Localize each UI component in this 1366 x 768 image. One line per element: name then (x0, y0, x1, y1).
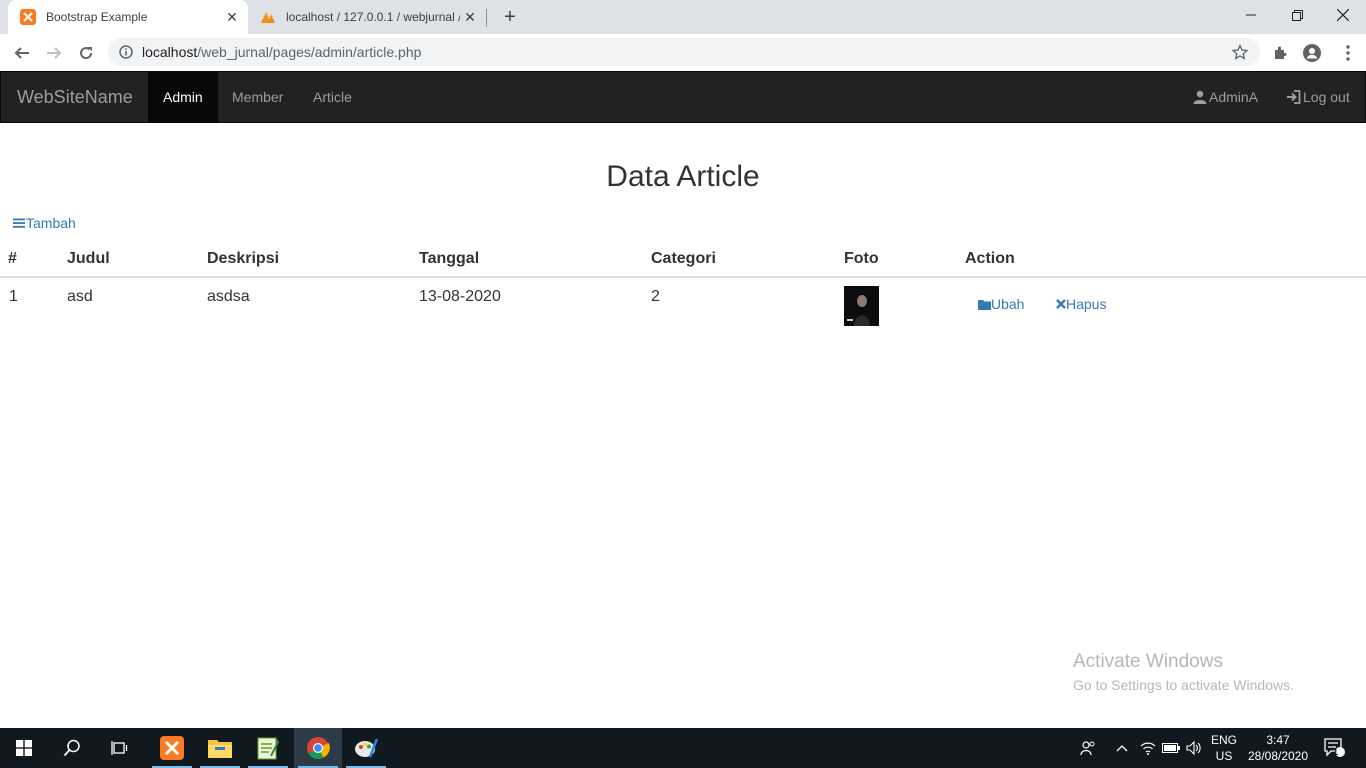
tab-title: localhost / 127.0.0.1 / webjurnal / (286, 10, 460, 24)
tab-title: Bootstrap Example (46, 10, 148, 24)
phpmyadmin-favicon-icon (260, 9, 276, 25)
back-button[interactable] (8, 39, 36, 67)
nav-user[interactable]: AdminA (1193, 72, 1258, 122)
new-tab-button[interactable]: + (498, 5, 522, 29)
paint-icon (355, 738, 378, 758)
cell-number: 1 (9, 288, 18, 305)
search-button[interactable] (48, 728, 96, 768)
battery-icon[interactable] (1160, 728, 1182, 768)
add-label: Tambah (26, 215, 76, 231)
forward-button[interactable] (40, 39, 68, 67)
lang-region: US (1215, 749, 1233, 763)
list-icon (13, 218, 25, 228)
lang-code: ENG (1210, 733, 1237, 747)
browser-toolbar: localhost/web_jurnal/pages/admin/article… (0, 34, 1366, 71)
logout-icon (1287, 90, 1301, 104)
profile-icon[interactable] (1298, 39, 1326, 67)
tab-separator (486, 9, 487, 27)
notepad-icon (257, 737, 279, 760)
tab-bootstrap-example[interactable]: Bootstrap Example ✕ (8, 0, 248, 34)
action-center-button[interactable]: 1 (1320, 728, 1350, 768)
cell-tanggal: 13-08-2020 (419, 288, 501, 305)
col-tanggal: Tanggal (419, 250, 480, 267)
browser-tabstrip: Bootstrap Example ✕ localhost / 127.0.0.… (0, 0, 1366, 34)
tab-phpmyadmin[interactable]: localhost / 127.0.0.1 / webjurnal / ✕ (248, 0, 486, 34)
col-action: Action (965, 250, 1015, 267)
address-bar[interactable]: localhost/web_jurnal/pages/admin/article… (108, 38, 1260, 66)
search-icon (63, 739, 80, 757)
volume-icon[interactable] (1184, 728, 1204, 768)
nav-article[interactable]: Article (298, 72, 367, 122)
brand-link[interactable]: WebSiteName (17, 87, 133, 108)
url-text: localhost/web_jurnal/pages/admin/article… (142, 44, 421, 60)
table-row: 1 asd asdsa 13-08-2020 2 Ubah Hapus (0, 278, 1366, 334)
folder-icon (978, 299, 991, 310)
remove-icon (1056, 299, 1066, 309)
url-host: localhost (142, 44, 198, 60)
edit-label: Ubah (991, 296, 1025, 312)
task-view-button[interactable] (96, 728, 144, 768)
task-view-icon (111, 741, 128, 755)
taskbar-xampp[interactable] (148, 728, 196, 768)
table-header: # Judul Deskripsi Tanggal Categori Foto … (0, 240, 1366, 278)
add-article-link[interactable]: Tambah (13, 215, 76, 231)
xampp-favicon-icon (20, 9, 36, 25)
site-navbar: WebSiteName Admin Member Article AdminA … (0, 71, 1366, 123)
nav-logout[interactable]: Log out (1286, 72, 1350, 122)
col-judul: Judul (67, 250, 110, 267)
cell-judul: asd (67, 288, 93, 305)
people-icon[interactable] (1076, 728, 1100, 768)
watermark-title: Activate Windows (1073, 651, 1223, 672)
chrome-icon (307, 737, 330, 759)
clock-time: 3:47 (1266, 733, 1290, 747)
url-path: /web_jurnal/pages/admin/article.php (197, 44, 422, 60)
article-photo-thumbnail (844, 286, 879, 326)
col-categori: Categori (651, 250, 716, 267)
watermark-subtitle: Go to Settings to activate Windows. (1073, 677, 1294, 693)
cell-deskripsi: asdsa (207, 288, 250, 305)
tab-close-icon[interactable]: ✕ (222, 7, 242, 27)
tray-chevron-up-icon[interactable] (1112, 728, 1132, 768)
taskbar-file-explorer[interactable] (196, 728, 244, 768)
user-icon (1193, 90, 1207, 104)
start-button[interactable] (0, 728, 48, 768)
nav-member[interactable]: Member (217, 72, 298, 122)
col-deskripsi: Deskripsi (207, 250, 280, 267)
close-window-button[interactable] (1320, 0, 1366, 30)
restore-button[interactable] (1274, 0, 1320, 30)
logout-label: Log out (1303, 89, 1350, 105)
taskbar-chrome[interactable] (294, 728, 342, 768)
extensions-icon[interactable] (1266, 39, 1294, 67)
page-title: Data Article (606, 160, 760, 193)
site-info-icon[interactable] (118, 44, 134, 60)
minimize-button[interactable] (1228, 0, 1274, 30)
user-name: AdminA (1209, 89, 1259, 105)
nav-admin[interactable]: Admin (148, 72, 218, 122)
language-indicator[interactable]: ENG US (1208, 728, 1240, 768)
delete-link[interactable]: Hapus (1056, 296, 1106, 312)
tab-close-icon[interactable]: ✕ (460, 7, 480, 27)
cell-categori: 2 (651, 288, 660, 305)
activate-windows-watermark: Activate Windows Go to Settings to activ… (1073, 651, 1294, 693)
delete-label: Hapus (1066, 296, 1107, 312)
edit-link[interactable]: Ubah (978, 296, 1024, 312)
windows-taskbar: ENG US 3:47 28/08/2020 1 (0, 728, 1366, 768)
wifi-icon[interactable] (1138, 728, 1158, 768)
clock[interactable]: 3:47 28/08/2020 (1244, 728, 1312, 768)
windows-logo-icon (16, 740, 32, 756)
taskbar-paint[interactable] (342, 728, 390, 768)
notification-count: 1 (1333, 747, 1339, 757)
folder-icon (208, 740, 232, 758)
menu-kebab-icon[interactable] (1334, 39, 1362, 67)
bookmark-star-icon[interactable] (1231, 43, 1249, 65)
xampp-icon (160, 736, 184, 760)
taskbar-notepadpp[interactable] (244, 728, 292, 768)
clock-date: 28/08/2020 (1247, 749, 1309, 763)
article-table: # Judul Deskripsi Tanggal Categori Foto … (0, 240, 1366, 334)
reload-button[interactable] (72, 39, 100, 67)
col-number: # (8, 250, 17, 267)
col-foto: Foto (844, 250, 879, 267)
